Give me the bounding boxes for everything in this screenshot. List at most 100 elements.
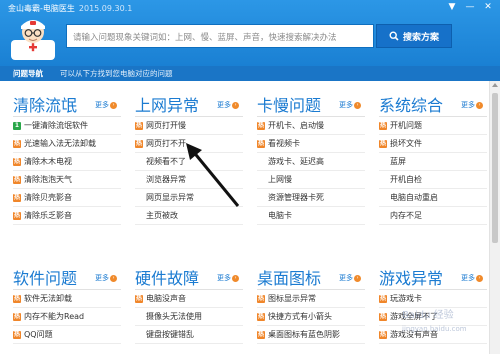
scroll-thumb[interactable]	[492, 93, 498, 243]
more-link-label: 更多	[461, 274, 475, 282]
hot-badge-icon: 热	[379, 139, 387, 148]
problem-item-label: 清除贝壳影音	[24, 192, 72, 202]
more-link-label: 更多	[217, 274, 231, 282]
more-link[interactable]: 更多 ›	[339, 100, 361, 110]
category-block: 桌面图标 更多 › 热图标显示异常热快捷方式有小箭头热桌面图标有蓝色阴影	[257, 265, 369, 344]
category-item-list: 1 一键清除流氓软件热光速输入法无法卸载热清除木木电视热清除泡泡天气热清除贝壳影音…	[13, 117, 125, 225]
category-title[interactable]: 桌面图标	[257, 265, 321, 289]
problem-item[interactable]: 摄像头无法使用	[135, 308, 243, 326]
hot-badge-icon: 热	[257, 139, 265, 148]
category-title[interactable]: 游戏异常	[379, 265, 443, 289]
more-link-label: 更多	[95, 101, 109, 109]
category-header: 游戏异常 更多 ›	[379, 265, 491, 289]
more-link-label: 更多	[95, 274, 109, 282]
more-link[interactable]: 更多 ›	[217, 100, 239, 110]
nav-title[interactable]: 问题导航	[13, 66, 43, 81]
category-title[interactable]: 上网异常	[135, 92, 199, 116]
problem-item[interactable]: 蓝屏	[379, 153, 487, 171]
problem-item-label: 桌面图标有蓝色阴影	[268, 329, 340, 339]
problem-item[interactable]: 热损坏文件	[379, 135, 487, 153]
problem-item[interactable]: 电脑自动重启	[379, 189, 487, 207]
problem-item[interactable]: 热开机卡、启动慢	[257, 117, 365, 135]
more-link-label: 更多	[217, 101, 231, 109]
category-item-list: 热图标显示异常热快捷方式有小箭头热桌面图标有蓝色阴影	[257, 290, 369, 344]
more-arrow-icon: ›	[110, 101, 117, 109]
problem-item-label: 清除木木电视	[24, 156, 72, 166]
search-input[interactable]	[67, 27, 373, 49]
category-title[interactable]: 卡慢问题	[257, 92, 321, 116]
problem-item-label: 电脑卡	[268, 210, 292, 220]
doctor-avatar-icon	[11, 20, 55, 60]
category-title[interactable]: 清除流氓	[13, 92, 77, 116]
problem-item[interactable]: 热 QQ问题	[13, 326, 121, 344]
problem-item-label: 内存不能为Read	[24, 311, 85, 321]
problem-item[interactable]: 电脑卡	[257, 207, 365, 225]
category-title[interactable]: 系统综合	[379, 92, 443, 116]
problem-item[interactable]: 热软件无法卸载	[13, 290, 121, 308]
problem-item[interactable]: 热光速输入法无法卸载	[13, 135, 121, 153]
problem-item-label: 游戏卡、延迟高	[268, 156, 324, 166]
problem-item[interactable]: 热清除泡泡天气	[13, 171, 121, 189]
menu-dropdown-icon[interactable]: ▼	[444, 1, 460, 13]
hot-badge-icon: 热	[257, 121, 265, 130]
problem-item[interactable]: 游戏卡、延迟高	[257, 153, 365, 171]
hot-badge-icon: 热	[379, 121, 387, 130]
problem-item-label: 摄像头无法使用	[146, 311, 202, 321]
problem-item[interactable]: 开机自检	[379, 171, 487, 189]
more-arrow-icon: ›	[232, 101, 239, 109]
problem-item[interactable]: 热内存不能为Read	[13, 308, 121, 326]
problem-item[interactable]: 热开机问题	[379, 117, 487, 135]
nav-description: 可以从下方找到您电脑对应的问题	[60, 69, 173, 78]
problem-item-label: 资源管理器卡死	[268, 192, 324, 202]
category-title[interactable]: 软件问题	[13, 265, 77, 289]
more-link[interactable]: 更多 ›	[461, 100, 483, 110]
problem-item-label: 玩游戏卡	[390, 293, 422, 303]
more-link-label: 更多	[339, 101, 353, 109]
problem-item-label: 看视频卡	[268, 138, 300, 148]
more-arrow-icon: ›	[476, 101, 483, 109]
more-arrow-icon: ›	[110, 274, 117, 282]
category-header: 上网异常 更多 ›	[135, 92, 247, 116]
close-icon[interactable]: ✕	[480, 1, 496, 13]
hot-badge-icon: 热	[135, 121, 143, 130]
problem-item-label: 开机问题	[390, 120, 422, 130]
svg-text:jingyan.baidu.com: jingyan.baidu.com	[401, 325, 467, 333]
more-link[interactable]: 更多 ›	[95, 273, 117, 283]
more-link[interactable]: 更多 ›	[339, 273, 361, 283]
problem-item[interactable]: 热清除乐乏影音	[13, 207, 121, 225]
problem-item-label: 快捷方式有小箭头	[268, 311, 332, 321]
search-button[interactable]: 搜索方案	[376, 24, 452, 48]
problem-item[interactable]: 键盘按键错乱	[135, 326, 243, 344]
problem-item[interactable]: 资源管理器卡死	[257, 189, 365, 207]
problem-item-label: QQ问题	[24, 329, 53, 339]
problem-item-label: 电脑没声音	[146, 293, 186, 303]
vertical-scrollbar[interactable]	[489, 81, 500, 354]
category-title[interactable]: 硬件故障	[135, 265, 199, 289]
hot-badge-icon: 热	[13, 193, 21, 202]
problem-item[interactable]: 热清除木木电视	[13, 153, 121, 171]
category-header: 清除流氓 更多 ›	[13, 92, 125, 116]
problem-item[interactable]: 上网慢	[257, 171, 365, 189]
problem-item-label: 键盘按键错乱	[146, 329, 194, 339]
problem-item[interactable]: 热快捷方式有小箭头	[257, 308, 365, 326]
category-item-list: 热电脑没声音摄像头无法使用 键盘按键错乱	[135, 290, 247, 344]
problem-item[interactable]: 热电脑没声音	[135, 290, 243, 308]
window-version: 2015.09.30.1	[78, 4, 133, 13]
problem-item[interactable]: 1 一键清除流氓软件	[13, 117, 121, 135]
problem-item[interactable]: 热看视频卡	[257, 135, 365, 153]
minimize-icon[interactable]: —	[462, 1, 478, 13]
problem-item-label: 主页被改	[146, 210, 178, 220]
problem-item[interactable]: 热清除贝壳影音	[13, 189, 121, 207]
more-link[interactable]: 更多 ›	[461, 273, 483, 283]
problem-item[interactable]: 热网页打开慢	[135, 117, 243, 135]
hot-badge-icon: 热	[257, 294, 265, 303]
search-icon	[389, 31, 399, 41]
more-link[interactable]: 更多 ›	[217, 273, 239, 283]
scroll-up-icon[interactable]	[492, 83, 498, 87]
more-link[interactable]: 更多 ›	[95, 100, 117, 110]
problem-item[interactable]: 热桌面图标有蓝色阴影	[257, 326, 365, 344]
hot-badge-icon: 热	[379, 330, 387, 339]
problem-item[interactable]: 热图标显示异常	[257, 290, 365, 308]
category-item-list: 热开机卡、启动慢热看视频卡 游戏卡、延迟高 上网慢 资源管理器卡死 电脑卡	[257, 117, 369, 225]
problem-item[interactable]: 内存不足	[379, 207, 487, 225]
